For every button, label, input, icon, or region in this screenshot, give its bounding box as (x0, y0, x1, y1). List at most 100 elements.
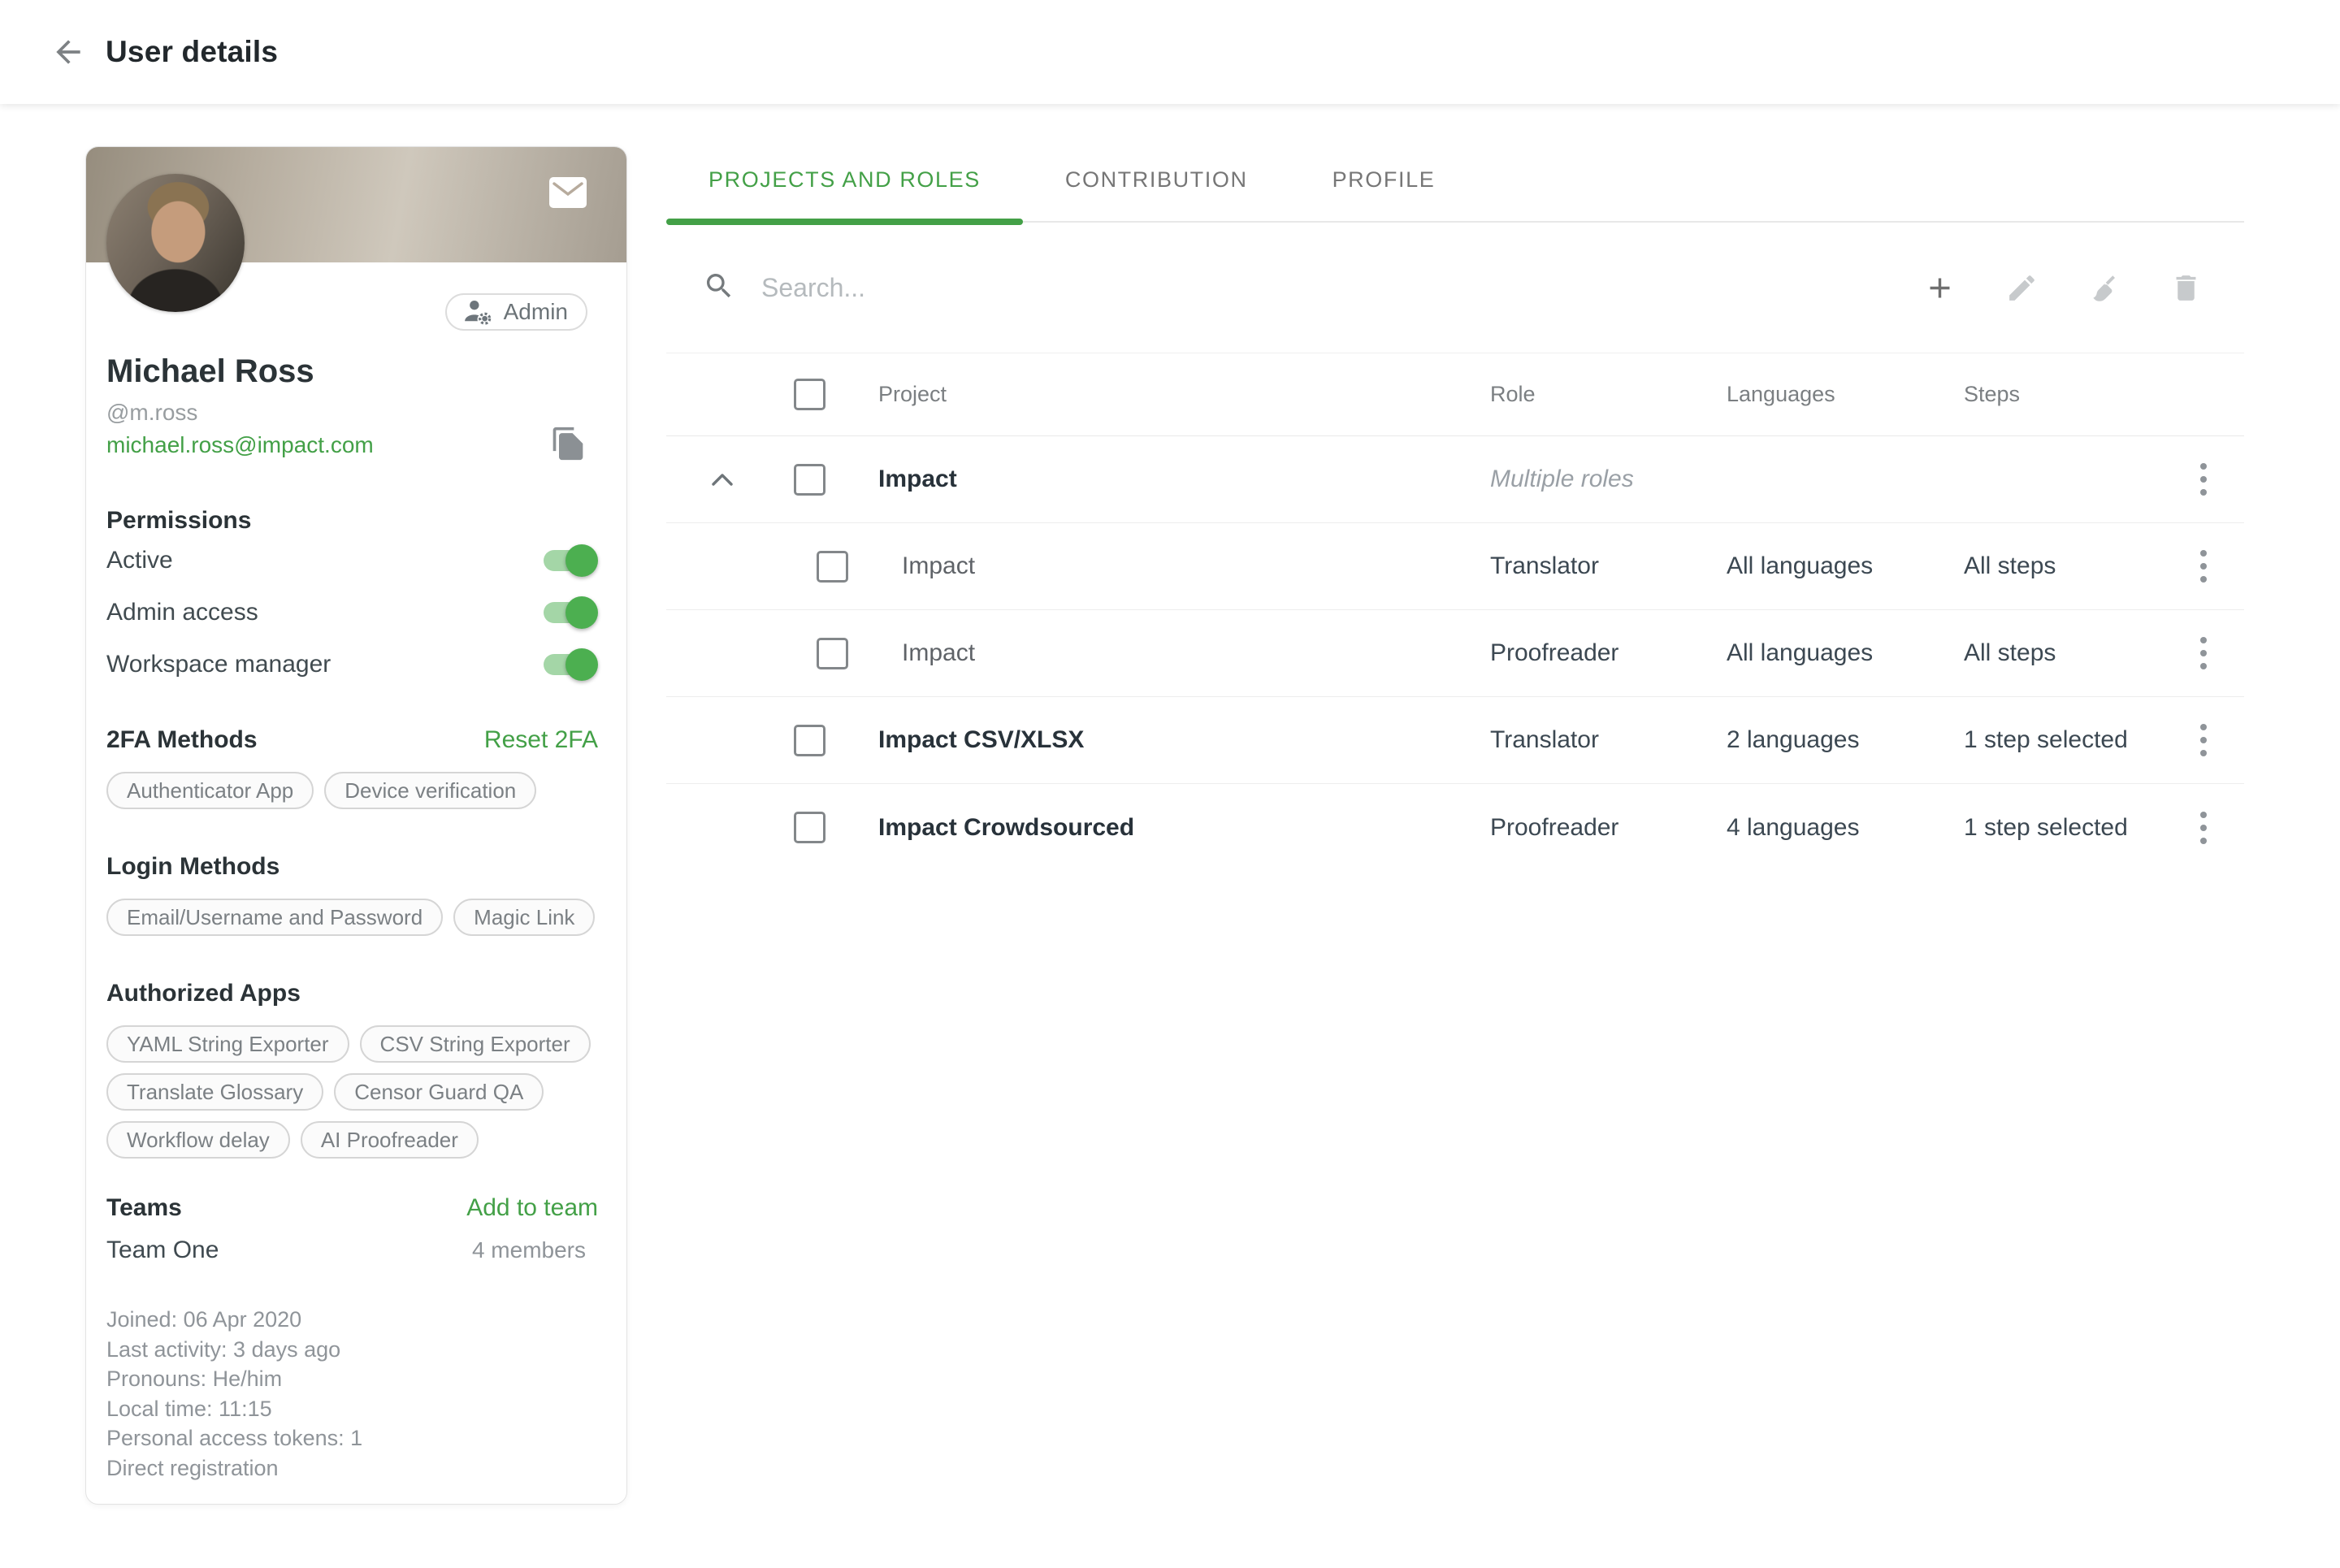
admin-user-gear-icon (462, 296, 494, 328)
authorized-app-chips: YAML String Exporter CSV String Exporter… (106, 1025, 598, 1159)
table-row: Impact Crowdsourced Proofreader 4 langua… (666, 784, 2244, 871)
delete-button[interactable] (2168, 270, 2204, 305)
identity-block: Michael Ross @m.ross michael.ross@impact… (106, 353, 598, 458)
toggle-knob (566, 544, 598, 577)
broom-icon (2087, 271, 2121, 305)
project-name: Impact (857, 552, 1490, 580)
active-toggle[interactable] (544, 550, 596, 571)
chip-yaml-string-exporter: YAML String Exporter (106, 1025, 349, 1063)
table-header: Project Role Languages Steps (666, 353, 2244, 436)
row-checkbox[interactable] (794, 464, 826, 496)
twofa-section-header: 2FA Methods Reset 2FA (106, 726, 598, 754)
avatar (106, 174, 245, 312)
chip-email-password: Email/Username and Password (106, 899, 443, 936)
column-steps: Steps (1964, 382, 2163, 407)
add-button[interactable] (1922, 270, 1957, 305)
project-name: Impact CSV/XLSX (857, 726, 1490, 754)
table-row: Impact Proofreader All languages All ste… (666, 610, 2244, 697)
user-email[interactable]: michael.ross@impact.com (106, 432, 598, 458)
languages-value: 4 languages (1727, 814, 1964, 842)
table-toolbar (666, 223, 2244, 353)
role-value: Multiple roles (1490, 466, 1727, 493)
toggle-knob (566, 648, 598, 681)
project-name: Impact Crowdsourced (857, 814, 1490, 842)
authorized-apps-heading: Authorized Apps (106, 980, 598, 1007)
meta-registration: Direct registration (106, 1453, 598, 1484)
tab-bar: PROJECTS AND ROLES CONTRIBUTION PROFILE (666, 138, 2244, 223)
chip-ai-proofreader: AI Proofreader (301, 1121, 479, 1159)
app-header: User details (0, 0, 2340, 104)
languages-value: All languages (1727, 552, 1964, 580)
toggle-label: Workspace manager (106, 651, 331, 678)
table-row: Impact Multiple roles (666, 436, 2244, 523)
toggle-knob (566, 596, 598, 629)
languages-value: 2 languages (1727, 726, 1964, 754)
project-name: Impact (857, 639, 1490, 667)
row-checkbox[interactable] (794, 725, 826, 756)
page-title: User details (106, 35, 278, 69)
login-methods-heading: Login Methods (106, 853, 598, 881)
row-menu-button[interactable] (2195, 632, 2212, 674)
chip-authenticator-app: Authenticator App (106, 772, 314, 809)
admin-badge-label: Admin (504, 299, 568, 325)
copy-email-button[interactable] (549, 424, 587, 465)
row-menu-button[interactable] (2195, 545, 2212, 587)
tab-contribution[interactable]: CONTRIBUTION (1023, 138, 1290, 221)
column-languages: Languages (1727, 382, 1964, 407)
role-value: Translator (1490, 552, 1727, 580)
select-all-checkbox[interactable] (794, 379, 826, 410)
search-input[interactable] (761, 273, 1922, 303)
meta-last-activity: Last activity: 3 days ago (106, 1335, 598, 1365)
teams-heading: Teams (106, 1194, 182, 1222)
table-row: Impact CSV/XLSX Translator 2 languages 1… (666, 697, 2244, 784)
row-checkbox[interactable] (817, 638, 848, 669)
column-project: Project (857, 382, 1490, 407)
send-email-button[interactable] (549, 177, 587, 208)
steps-value: 1 step selected (1964, 726, 2163, 754)
steps-value: All steps (1964, 552, 2163, 580)
toggle-label: Active (106, 547, 173, 574)
chip-censor-guard-qa: Censor Guard QA (334, 1073, 544, 1111)
trash-icon (2169, 271, 2203, 305)
languages-value: All languages (1727, 639, 1964, 667)
user-name: Michael Ross (106, 353, 598, 390)
chip-device-verification: Device verification (324, 772, 536, 809)
row-menu-button[interactable] (2195, 807, 2212, 849)
row-checkbox[interactable] (817, 551, 848, 583)
add-to-team-link[interactable]: Add to team (466, 1194, 598, 1222)
back-button[interactable] (42, 26, 94, 78)
meta-access-tokens: Personal access tokens: 1 (106, 1423, 598, 1453)
user-handle: @m.ross (106, 400, 598, 426)
toggle-row-workspace-manager: Workspace manager (106, 639, 596, 691)
row-menu-button[interactable] (2195, 719, 2212, 761)
search-icon (703, 270, 735, 306)
tab-projects-and-roles[interactable]: PROJECTS AND ROLES (666, 138, 1023, 221)
teams-section-header: Teams Add to team (106, 1194, 598, 1222)
workspace-manager-toggle[interactable] (544, 654, 596, 675)
copy-icon (550, 424, 586, 463)
chip-magic-link: Magic Link (453, 899, 595, 936)
row-menu-button[interactable] (2195, 458, 2212, 500)
meta-local-time: Local time: 11:15 (106, 1394, 598, 1424)
collapse-row-button[interactable] (666, 472, 756, 487)
chip-translate-glossary: Translate Glossary (106, 1073, 323, 1111)
reset-2fa-link[interactable]: Reset 2FA (484, 726, 598, 754)
user-card: Admin Michael Ross @m.ross michael.ross@… (85, 146, 627, 1505)
team-name[interactable]: Team One (106, 1237, 219, 1264)
chevron-up-icon (711, 472, 734, 487)
arrow-left-icon (50, 34, 86, 70)
toggle-label: Admin access (106, 599, 258, 626)
team-row: Team One 4 members (106, 1237, 586, 1264)
chip-csv-string-exporter: CSV String Exporter (360, 1025, 591, 1063)
row-checkbox[interactable] (794, 812, 826, 843)
twofa-heading: 2FA Methods (106, 726, 258, 754)
project-name: Impact (857, 466, 1490, 493)
admin-access-toggle[interactable] (544, 602, 596, 623)
plus-icon (1923, 271, 1956, 305)
steps-value: All steps (1964, 639, 2163, 667)
role-value: Translator (1490, 726, 1727, 754)
screen: User details Admin (0, 0, 2340, 1568)
edit-button[interactable] (2004, 270, 2039, 305)
tab-profile[interactable]: PROFILE (1290, 138, 1478, 221)
clean-button[interactable] (2086, 270, 2121, 305)
